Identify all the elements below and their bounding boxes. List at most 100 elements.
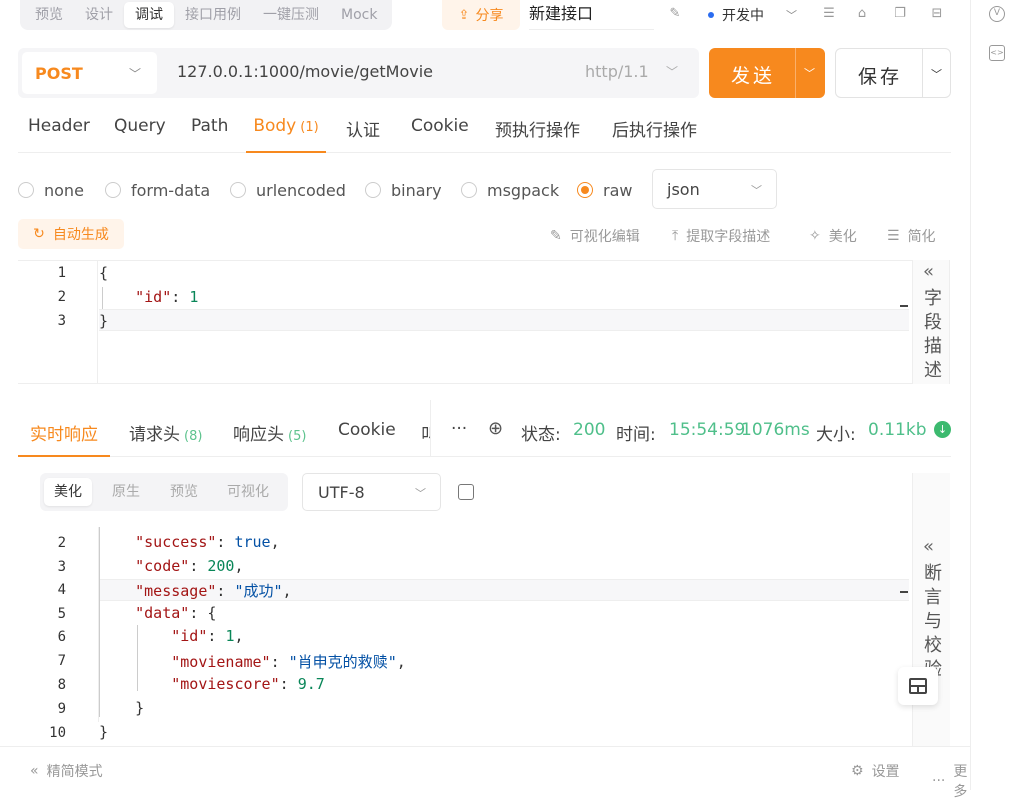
format-visual[interactable]: 可视化 xyxy=(217,478,279,506)
tab-response-headers[interactable]: 响应头 (5) xyxy=(233,420,306,457)
divider xyxy=(922,49,923,97)
visual-edit-button[interactable]: ✎ 可视化编辑 xyxy=(550,226,640,246)
size-label: 大小: xyxy=(816,425,856,445)
tab-cookie[interactable]: Cookie xyxy=(411,116,469,153)
json-message-value: "成功" xyxy=(234,582,283,600)
code-line: "moviename": "肖申克的救赎", xyxy=(171,653,406,671)
assertion-panel-toggle[interactable]: « 断言与校验 xyxy=(912,473,950,746)
response-body-viewer[interactable]: 2 3 4 5 6 7 8 9 10 "success": true, "cod… xyxy=(18,527,912,745)
code-line: } xyxy=(99,312,109,330)
tab-query[interactable]: Query xyxy=(114,116,166,153)
beautify-button[interactable]: ✧ 美化 xyxy=(809,226,857,246)
tab-request-headers[interactable]: 请求头 (8) xyxy=(129,420,202,457)
tab-truncated[interactable]: 叫 xyxy=(421,420,430,457)
tab-test-cases[interactable]: 接口用例 xyxy=(174,2,252,28)
code-line: } xyxy=(99,723,109,741)
copy-response-icon[interactable] xyxy=(458,484,474,500)
field-description-panel-toggle[interactable]: « 字段描述 xyxy=(912,260,950,384)
layout-icon xyxy=(909,678,927,694)
save-button[interactable]: 保存 ﹀ xyxy=(835,48,951,98)
edit-icon[interactable]: ✎ xyxy=(666,5,684,23)
share-button[interactable]: ⇪ 分享 xyxy=(442,0,520,30)
encoding-select[interactable]: UTF-8 ﹀ xyxy=(302,473,441,511)
radio-binary[interactable]: binary xyxy=(365,180,442,200)
tab-design[interactable]: 设计 xyxy=(74,2,124,28)
simplify-button[interactable]: ☰ 简化 xyxy=(887,226,936,246)
env-status-dot xyxy=(708,12,714,18)
download-icon[interactable]: ↓ xyxy=(934,421,951,438)
tab-auth[interactable]: 认证 xyxy=(346,116,380,153)
tab-response-cookie[interactable]: Cookie xyxy=(338,420,396,457)
line-number: 3 xyxy=(57,559,66,575)
bottom-bar: « 精简模式 ⚙ 设置 ··· 更多 xyxy=(0,746,970,800)
tab-mock[interactable]: Mock xyxy=(330,2,388,28)
collapse-left-icon: « xyxy=(923,261,935,282)
globe-icon[interactable]: ⊕ xyxy=(488,418,503,439)
format-pretty[interactable]: 美化 xyxy=(44,478,92,506)
version-icon[interactable]: V xyxy=(989,6,1005,22)
radio-form-data[interactable]: form-data xyxy=(105,180,210,200)
tab-live-response[interactable]: 实时响应 xyxy=(18,420,110,457)
code-line: "moviescore": 9.7 xyxy=(171,675,325,693)
tab-label: 请求头 xyxy=(129,425,180,445)
code-line: "id": 1 xyxy=(135,288,199,306)
line-number: 2 xyxy=(57,289,66,305)
radio-urlencoded[interactable]: urlencoded xyxy=(230,180,346,200)
format-preview[interactable]: 预览 xyxy=(160,478,208,506)
url-input[interactable]: 127.0.0.1:1000/movie/getMovie xyxy=(177,62,433,81)
tab-header[interactable]: Header xyxy=(28,116,90,153)
environment-select[interactable]: 开发中 ﹀ xyxy=(708,5,797,25)
list-icon[interactable]: ☰ xyxy=(820,5,838,23)
simple-mode-button[interactable]: « 精简模式 xyxy=(30,761,103,781)
extract-field-desc-button[interactable]: ⤒ 提取字段描述 xyxy=(672,226,770,246)
tab-pre-script[interactable]: 预执行操作 xyxy=(495,116,580,153)
scroll-marker xyxy=(900,305,908,307)
copy-icon[interactable]: ❐ xyxy=(891,5,909,23)
tab-debug[interactable]: 调试 xyxy=(124,2,174,28)
divider xyxy=(795,48,796,98)
tab-path[interactable]: Path xyxy=(191,116,228,153)
save-label: 保存 xyxy=(858,66,903,88)
format-raw[interactable]: 原生 xyxy=(102,478,150,506)
code-icon[interactable]: <> xyxy=(989,45,1005,61)
list-icon: ☰ xyxy=(887,228,900,244)
settings-label: 设置 xyxy=(871,764,900,780)
layout-toggle-button[interactable] xyxy=(898,667,938,705)
current-line-highlight xyxy=(99,309,909,331)
chevron-down-icon[interactable]: ﹀ xyxy=(931,66,942,82)
line-number: 1 xyxy=(57,265,66,281)
simple-mode-label: 精简模式 xyxy=(46,764,103,780)
send-button[interactable]: 发送 ﹀ xyxy=(709,48,825,98)
tab-post-script[interactable]: 后执行操作 xyxy=(612,116,697,153)
collapse-left-icon: « xyxy=(923,536,935,557)
radio-raw[interactable]: raw xyxy=(577,180,632,200)
archive-icon[interactable]: ⊟ xyxy=(928,5,946,23)
more-button[interactable]: ··· 更多 xyxy=(932,761,970,801)
api-name-input[interactable]: 新建接口 xyxy=(529,0,654,30)
method-select[interactable]: POST ﹀ xyxy=(22,52,157,94)
chevron-down-icon[interactable]: ﹀ xyxy=(804,65,818,81)
share-icon: ⇪ xyxy=(458,7,470,23)
code-line: "data": { xyxy=(135,604,217,622)
lock-icon[interactable]: ⌂ xyxy=(853,5,871,23)
tab-body[interactable]: Body (1) xyxy=(246,116,326,153)
radio-none[interactable]: none xyxy=(18,180,84,200)
code-line: } xyxy=(99,699,145,717)
tab-preview[interactable]: 预览 xyxy=(24,2,74,28)
scroll-marker xyxy=(900,591,908,593)
tab-load-test[interactable]: 一键压测 xyxy=(252,2,330,28)
protocol-select[interactable]: http/1.1 xyxy=(585,62,649,81)
more-tabs-button[interactable]: ··· xyxy=(451,419,467,439)
line-number: 8 xyxy=(57,677,66,693)
line-gutter: 1 2 3 xyxy=(18,261,98,383)
auto-generate-button[interactable]: ↻ 自动生成 xyxy=(18,219,124,249)
settings-button[interactable]: ⚙ 设置 xyxy=(851,761,900,781)
radio-circle xyxy=(230,182,246,198)
tab-body-badge: (1) xyxy=(300,120,319,135)
line-number: 7 xyxy=(57,653,66,669)
share-label: 分享 xyxy=(475,8,504,24)
request-body-editor[interactable]: 1 2 3 { "id": 1 } xyxy=(18,260,912,384)
tool-label: 可视化编辑 xyxy=(569,229,640,245)
raw-format-select[interactable]: json ﹀ xyxy=(652,169,777,209)
radio-msgpack[interactable]: msgpack xyxy=(461,180,559,200)
